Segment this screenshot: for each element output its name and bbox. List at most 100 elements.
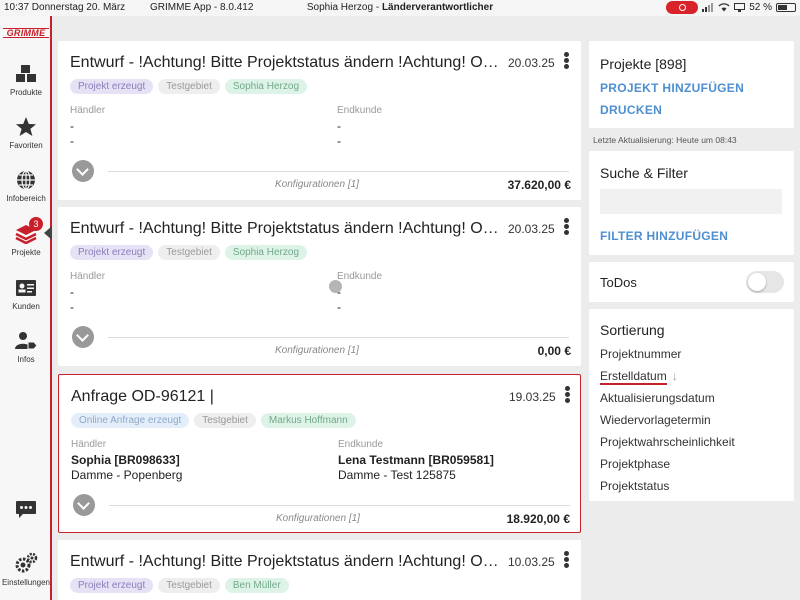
tag-list: Online Anfrage erzeugt Testgebiet Markus…: [71, 413, 356, 428]
battery-percent: 52 %: [749, 2, 772, 13]
haendler-location: -: [70, 134, 74, 148]
tag-list: Projekt erzeugt Testgebiet Sophia Herzog: [70, 245, 308, 260]
sidebar-item-infos[interactable]: Infos: [0, 331, 52, 364]
sidebar: GRIMME Produkte Favoriten Infobereich 3 …: [0, 16, 52, 600]
project-date: 20.03.25: [508, 56, 555, 70]
haendler-column: Händler - -: [70, 103, 105, 149]
sidebar-item-label: Favoriten: [9, 141, 43, 150]
sidebar-item-chat[interactable]: [0, 500, 52, 524]
project-title: Entwurf - !Achtung! Bitte Projektstatus …: [70, 54, 505, 71]
haendler-column: Händler Sophia [BR098633] Damme - Popenb…: [71, 437, 182, 483]
project-title: Entwurf - !Achtung! Bitte Projektstatus …: [70, 220, 505, 237]
sidebar-item-produkte[interactable]: Produkte: [0, 64, 52, 97]
search-filter-panel: Suche & Filter FILTER HINZUFÜGEN: [589, 151, 794, 255]
add-project-button[interactable]: PROJEKT HINZUFÜGEN: [600, 81, 744, 95]
sidebar-item-label: Projekte: [11, 248, 41, 257]
haendler-label: Händler: [70, 105, 106, 116]
grimme-logo: GRIMME: [3, 28, 49, 38]
sort-option-wiedervorlagetermin[interactable]: Wiedervorlagetermin: [600, 413, 711, 427]
project-title: Anfrage OD-96121 |: [71, 388, 214, 405]
search-filter-heading: Suche & Filter: [600, 165, 688, 181]
sort-option-projektstatus[interactable]: Projektstatus: [600, 479, 669, 493]
sort-panel: Sortierung Projektnummer Erstelldatum ↓ A…: [589, 309, 794, 501]
screen-mirror-icon: [734, 3, 746, 12]
project-date: 10.03.25: [508, 555, 555, 569]
print-button[interactable]: DRUCKEN: [600, 103, 662, 117]
project-price: 18.920,00 €: [506, 512, 570, 526]
todos-toggle[interactable]: [746, 271, 784, 293]
chat-icon: [16, 501, 36, 518]
kebab-menu-icon[interactable]: [561, 551, 571, 571]
user-tag-icon: [15, 332, 37, 350]
sort-option-erstelldatum[interactable]: Erstelldatum ↓: [600, 369, 678, 385]
haendler-location: Damme - Popenberg: [71, 468, 183, 482]
sort-heading: Sortierung: [600, 322, 665, 338]
sidebar-item-infobereich[interactable]: Infobereich: [0, 170, 52, 203]
project-title: Entwurf - !Achtung! Bitte Projektstatus …: [70, 553, 505, 570]
sort-option-label: Wiedervorlagetermin: [600, 413, 711, 427]
project-card[interactable]: Entwurf - !Achtung! Bitte Projektstatus …: [58, 540, 581, 600]
project-date: 19.03.25: [509, 390, 556, 404]
sidebar-item-label: Infobereich: [6, 194, 46, 203]
last-update-text: Letzte Aktualisierung: Heute um 08:43: [593, 135, 737, 145]
project-date: 20.03.25: [508, 222, 555, 236]
endkunde-label: Endkunde: [337, 271, 383, 282]
status-tag: Online Anfrage erzeugt: [71, 413, 190, 428]
search-input[interactable]: [600, 189, 782, 214]
signal-icon: [702, 3, 714, 12]
sort-option-label: Aktualisierungsdatum: [600, 391, 715, 405]
battery-icon: [776, 3, 796, 12]
endkunde-column: Endkunde Lena Testmann [BR059581] Damme …: [338, 437, 494, 483]
divider: [108, 337, 569, 338]
region-tag: Testgebiet: [158, 578, 220, 593]
status-user-role: Länderverantwortlicher: [381, 2, 494, 13]
sidebar-item-favoriten[interactable]: Favoriten: [0, 117, 52, 150]
kebab-menu-icon[interactable]: [561, 52, 571, 72]
project-price: 0,00 €: [537, 344, 571, 358]
projects-count-heading: Projekte [898]: [600, 56, 687, 72]
expand-chevron-icon[interactable]: [72, 160, 94, 182]
project-card[interactable]: Entwurf - !Achtung! Bitte Projektstatus …: [58, 207, 581, 366]
haendler-name: Sophia [BR098633]: [71, 453, 180, 467]
sort-option-projektphase[interactable]: Projektphase: [600, 457, 670, 471]
haendler-name: -: [70, 285, 74, 299]
sort-option-aktualisierungsdatum[interactable]: Aktualisierungsdatum: [600, 391, 715, 405]
globe-icon: [17, 170, 35, 190]
owner-tag: Markus Hoffmann: [260, 413, 356, 428]
todos-panel: ToDos: [589, 262, 794, 302]
sidebar-item-einstellungen[interactable]: Einstellungen: [0, 552, 52, 587]
projekte-badge: 3: [29, 217, 43, 231]
project-card-selected[interactable]: Anfrage OD-96121 | 19.03.25 Online Anfra…: [58, 374, 581, 533]
region-tag: Testgebiet: [194, 413, 256, 428]
kebab-menu-icon[interactable]: [561, 218, 571, 238]
screen-record-icon[interactable]: [666, 1, 699, 14]
haendler-name: -: [70, 119, 74, 133]
sidebar-item-label: Infos: [17, 355, 35, 364]
status-tag: Projekt erzeugt: [70, 245, 154, 260]
expand-chevron-icon[interactable]: [73, 494, 95, 516]
project-card[interactable]: Entwurf - !Achtung! Bitte Projektstatus …: [58, 41, 581, 200]
status-bar: 10:37 Donnerstag 20. März GRIMME App - 8…: [0, 0, 800, 16]
kebab-menu-icon[interactable]: [562, 386, 572, 406]
sort-option-projektwahrscheinlichkeit[interactable]: Projektwahrscheinlichkeit: [600, 435, 735, 449]
active-indicator-arrow: [44, 226, 52, 240]
sort-option-projektnummer[interactable]: Projektnummer: [600, 347, 681, 361]
todos-label: ToDos: [600, 275, 637, 290]
haendler-column: Händler - -: [70, 269, 105, 315]
endkunde-location: -: [337, 134, 341, 148]
region-tag: Testgebiet: [158, 79, 220, 94]
owner-tag: Sophia Herzog: [224, 245, 308, 260]
add-filter-button[interactable]: FILTER HINZUFÜGEN: [600, 229, 728, 243]
endkunde-location: -: [337, 300, 341, 314]
haendler-label: Händler: [70, 271, 106, 282]
sort-option-label: Projektstatus: [600, 479, 670, 493]
endkunde-location: Damme - Test 125875: [338, 468, 456, 482]
projects-panel: Projekte [898] PROJEKT HINZUFÜGEN DRUCKE…: [589, 41, 794, 128]
konfigurationen-count: Konfigurationen [1]: [276, 513, 360, 524]
sidebar-item-kunden[interactable]: Kunden: [0, 278, 52, 311]
konfigurationen-count: Konfigurationen [1]: [275, 179, 359, 190]
sort-option-label: Erstelldatum: [600, 369, 667, 385]
sort-option-label: Projektphase: [600, 457, 671, 471]
endkunde-column: Endkunde - -: [337, 269, 382, 315]
expand-chevron-icon[interactable]: [72, 326, 94, 348]
